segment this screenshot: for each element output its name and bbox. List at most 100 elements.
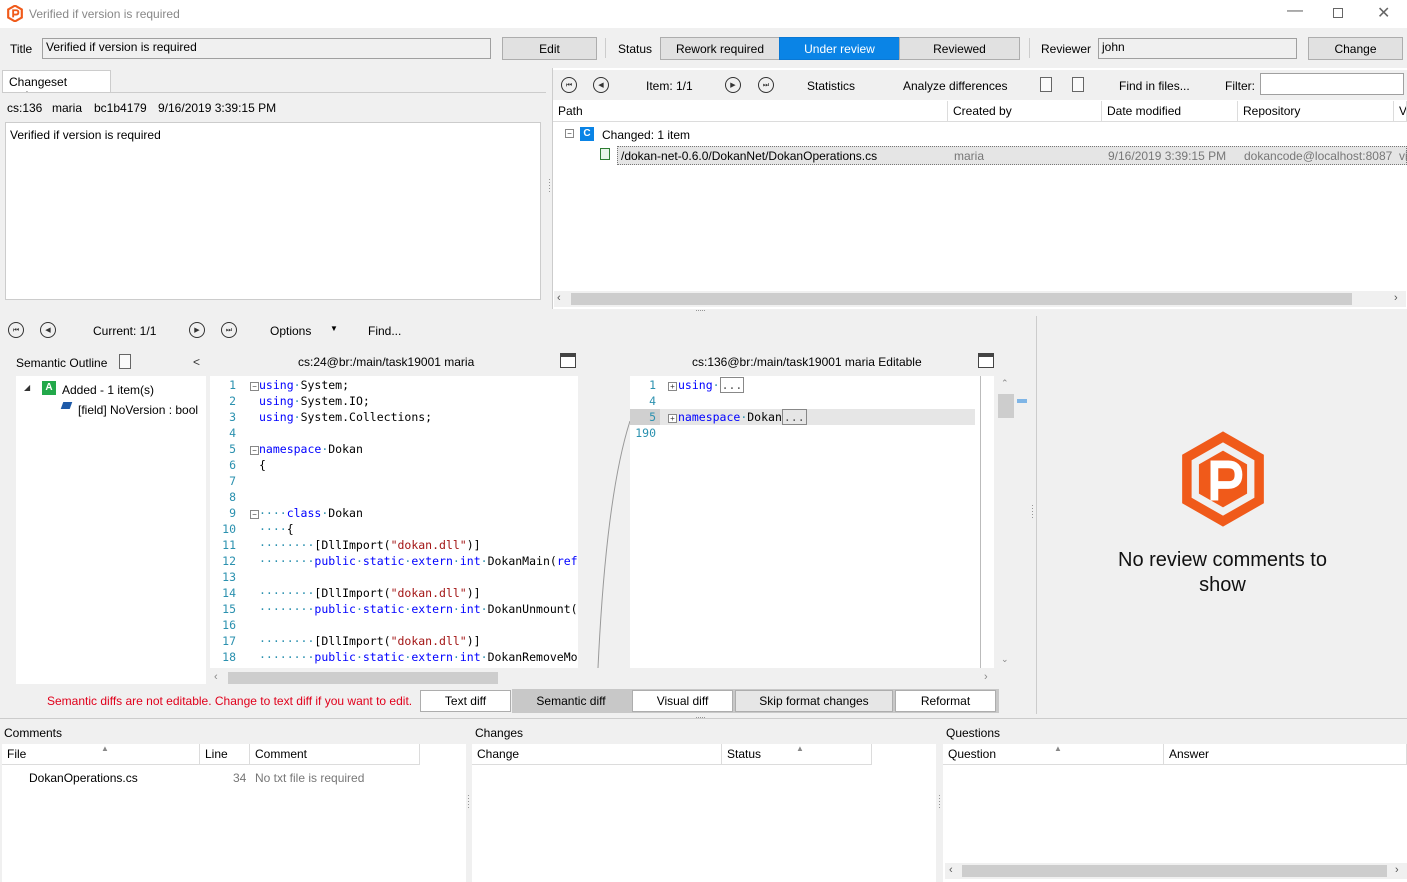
questions-scroll-right-icon[interactable]: › [1395, 864, 1399, 876]
diff-connector [578, 413, 630, 668]
export-left-icon[interactable] [1040, 77, 1052, 92]
export-right-icon[interactable] [1072, 77, 1084, 92]
horizontal-splitter-top[interactable]: ····· [695, 305, 706, 315]
comments-sort-icon: ▲ [101, 744, 109, 753]
last-diff-icon[interactable]: ⏭ [221, 322, 237, 338]
first-diff-icon[interactable]: ⏮ [8, 322, 24, 338]
diff-vscroll-thumb[interactable] [998, 394, 1014, 418]
next-diff-icon[interactable]: ▶ [189, 322, 205, 338]
comments-col-line[interactable]: Line [200, 744, 250, 765]
code-line: namespace·Dokan [259, 442, 363, 456]
questions-col-answer[interactable]: Answer [1164, 744, 1407, 765]
code-line: ········public·static·extern·int·DokanUn… [259, 602, 578, 616]
current-diff-counter: Current: 1/1 [93, 324, 157, 338]
tree-expand-icon[interactable]: ◢ [24, 383, 30, 392]
edit-title-button[interactable]: Edit [502, 37, 597, 60]
maximize-right-pane-icon[interactable] [978, 353, 994, 368]
status-rework-required-button[interactable]: Rework required [660, 37, 780, 60]
visual-diff-button[interactable]: Visual diff [632, 690, 733, 712]
left-diff-editor[interactable]: − − − 1 using·System; 2 using·System.IO; 3 us… [210, 376, 578, 668]
statistics-button[interactable]: Statistics [807, 79, 855, 93]
change-reviewer-button[interactable]: Change [1308, 37, 1403, 60]
find-in-files-button[interactable]: Find in files... [1119, 79, 1190, 93]
line-number: 3 [229, 410, 236, 424]
options-menu[interactable]: Options [270, 324, 311, 338]
column-v[interactable]: V [1394, 101, 1407, 122]
collapse-icon[interactable]: − [565, 129, 574, 138]
filter-input[interactable] [1260, 73, 1404, 95]
status-reviewed-button[interactable]: Reviewed [899, 37, 1020, 60]
questions-list: Question ▲ Answer ‹ › [943, 744, 1407, 882]
maximize-icon[interactable] [1333, 8, 1343, 18]
items-hscroll-thumb[interactable] [571, 293, 1352, 305]
changeset-review-tab[interactable]: Changeset review [2, 70, 111, 103]
plastic-logo-icon [1182, 431, 1264, 527]
right-fold-marker-5[interactable]: + [668, 411, 677, 425]
left-fold-marker-5[interactable]: − [250, 443, 259, 457]
line-number: 1 [229, 378, 236, 392]
item-counter: Item: 1/1 [646, 79, 693, 93]
scroll-left-icon[interactable]: ‹ [557, 292, 561, 304]
questions-hscrollbar[interactable]: ‹ › [945, 863, 1407, 879]
close-icon[interactable]: ✕ [1377, 3, 1390, 23]
column-date-modified[interactable]: Date modified [1102, 101, 1238, 122]
scroll-up-icon[interactable]: ⌃ [1001, 378, 1009, 389]
questions-scroll-left-icon[interactable]: ‹ [949, 864, 953, 876]
outline-group-added[interactable]: Added - 1 item(s) [62, 383, 154, 397]
collapse-outline-icon[interactable]: < [193, 355, 200, 369]
vertical-splitter-right[interactable]: · · · · · [1031, 501, 1034, 522]
diff-scroll-left-icon[interactable]: ‹ [214, 671, 218, 683]
vertical-splitter-bottom-1[interactable]: · · · · · [467, 791, 470, 812]
window-title: Verified if version is required [29, 7, 180, 21]
changes-col-change[interactable]: Change [472, 744, 722, 765]
changed-file-row[interactable]: /dokan-net-0.6.0/DokanNet/DokanOperation… [617, 146, 1407, 165]
column-repository[interactable]: Repository [1238, 101, 1394, 122]
comment-line: 34 [233, 771, 247, 785]
diff-vscrollbar[interactable]: ⌃ ⌄ [996, 376, 1016, 668]
semantic-diff-button[interactable]: Semantic diff [512, 690, 630, 712]
skip-format-changes-button[interactable]: Skip format changes [735, 690, 893, 712]
previous-diff-icon[interactable]: ◀ [40, 322, 56, 338]
line-number: 8 [229, 490, 236, 504]
reformat-button[interactable]: Reformat [895, 690, 996, 712]
horizontal-splitter-bottom[interactable]: ····· [695, 712, 706, 722]
comments-col-comment[interactable]: Comment [250, 744, 420, 765]
comment-row[interactable]: DokanOperations.cs 34 No txt file is req… [2, 768, 466, 786]
column-created-by[interactable]: Created by [948, 101, 1102, 122]
diff-hscroll-thumb[interactable] [228, 672, 498, 684]
scroll-right-icon[interactable]: › [1394, 292, 1398, 304]
reviewer-input[interactable]: john [1098, 38, 1297, 59]
row-path: /dokan-net-0.6.0/DokanNet/DokanOperation… [621, 149, 878, 163]
minimize-icon[interactable]: — [1287, 2, 1303, 20]
column-path[interactable]: Path [553, 101, 948, 122]
diff-scroll-right-icon[interactable]: › [984, 671, 988, 683]
right-fold-marker-1[interactable]: + [668, 379, 677, 393]
outline-item-field[interactable]: [field] NoVersion : bool [78, 403, 198, 417]
questions-hscroll-thumb[interactable] [962, 865, 1387, 877]
find-button[interactable]: Find... [368, 324, 401, 338]
left-fold-marker-1[interactable]: − [250, 379, 259, 393]
clipboard-icon[interactable] [119, 354, 131, 369]
status-under-review-button[interactable]: Under review [779, 37, 900, 60]
first-item-icon[interactable]: ⏮ [561, 77, 577, 93]
left-fold-marker-9[interactable]: − [250, 507, 259, 521]
line-number: 9 [229, 506, 236, 520]
chevron-down-icon[interactable]: ▼ [330, 324, 338, 333]
title-input[interactable]: Verified if version is required [42, 38, 491, 59]
last-item-icon[interactable]: ⏭ [758, 77, 774, 93]
changeset-description[interactable]: Verified if version is required [5, 122, 541, 300]
analyze-differences-button[interactable]: Analyze differences [903, 79, 1008, 93]
code-line: ········[DllImport("dokan.dll")] [259, 538, 481, 552]
items-hscrollbar[interactable]: ‹ › [554, 291, 1406, 307]
previous-item-icon[interactable]: ◀ [593, 77, 609, 93]
semantic-warning: Semantic diffs are not editable. Change … [47, 694, 413, 708]
line-number: 18 [222, 650, 236, 664]
right-diff-editor[interactable]: + + 1 using·... 4 5 namespace·Dokan... 190 [630, 376, 994, 668]
text-diff-button[interactable]: Text diff [420, 690, 511, 712]
next-item-icon[interactable]: ▶ [725, 77, 741, 93]
vertical-splitter-top[interactable]: · · · · · [548, 175, 551, 196]
vertical-splitter-bottom-2[interactable]: · · · · · [938, 791, 941, 812]
maximize-left-pane-icon[interactable] [560, 353, 576, 368]
diff-hscrollbar[interactable]: ‹ › [210, 670, 996, 686]
scroll-down-icon[interactable]: ⌄ [1001, 654, 1009, 665]
